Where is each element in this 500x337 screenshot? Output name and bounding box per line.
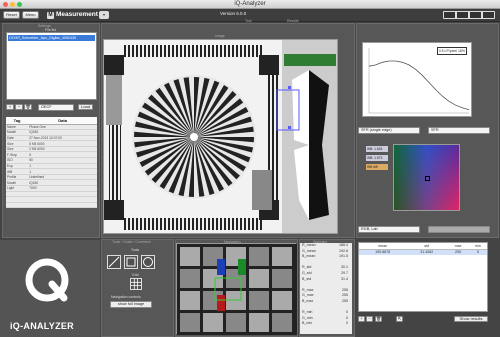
trash-icon[interactable]: 🗑 [24, 104, 32, 110]
stats-list-value: 0 [346, 321, 348, 326]
stats-add-button[interactable]: + [358, 316, 365, 322]
remove-file-button[interactable]: − [15, 104, 23, 110]
grid-tool-icon[interactable] [130, 278, 142, 290]
stats-cell: 190.8878 [375, 250, 391, 255]
file-list-item[interactable]: OCHR_Schneider_Apo_Digitar_4052430 [8, 35, 95, 41]
data-cell [28, 202, 97, 209]
sfr-type-select[interactable]: SFR [428, 127, 490, 134]
mode-select[interactable]: ▾ [99, 11, 109, 19]
thumbnail-graphic [177, 244, 297, 335]
show-results-button[interactable]: Show results [454, 316, 488, 322]
stats-list-key: B_mean [302, 254, 316, 259]
mode-label: Measurement [56, 11, 98, 18]
menu-button[interactable]: Menu [22, 11, 39, 19]
chart-legend: 0.5 LP/pixel 18% [436, 47, 467, 55]
tools-content: Tools Grid Navigation controls show full… [103, 241, 171, 337]
measurement-mode-icon: M [47, 12, 54, 19]
stats-cell: 31.4082 [420, 250, 434, 255]
grid-label: Grid [132, 273, 139, 277]
stats-list-value: 191.5 [339, 254, 348, 259]
stats-list-value: 31.4 [341, 276, 348, 281]
circle-tool-icon[interactable] [141, 255, 155, 269]
window-title: iQ-Analyzer [234, 1, 266, 7]
resolution-target-graphic [104, 40, 337, 233]
tag-cell [6, 202, 29, 209]
statistics-list: R_mean 188.4 G_mean 192.8 B_mean 191.5 R_std 30… [300, 243, 352, 334]
tools-label: Tools [131, 248, 140, 252]
view-layout-3-icon[interactable] [470, 12, 481, 18]
sfr-mode-select[interactable]: SFR (single edge) [358, 127, 420, 134]
thumbnail-cell [272, 313, 292, 332]
thumbnail-cell [272, 291, 292, 310]
view-layout-1-icon[interactable] [444, 12, 455, 18]
stats-list-item: B_min 0 [300, 321, 352, 327]
title-bar: iQ-Analyzer [0, 0, 500, 9]
line-tool-icon[interactable] [107, 255, 121, 269]
thumbnail-cell [226, 313, 246, 332]
add-file-button[interactable]: + [6, 104, 14, 110]
thumbnail-cell [249, 269, 269, 288]
thumbnail-cell [249, 291, 269, 310]
file-list[interactable]: OCHR_Schneider_Apo_Digitar_4052430 [6, 32, 97, 100]
data-column-header: Data [28, 117, 97, 125]
table-row[interactable] [6, 202, 97, 209]
color-space-select[interactable]: RGB, Lab [358, 226, 420, 233]
thumbnail-cell [249, 313, 269, 332]
stats-cell: 255 [454, 250, 461, 255]
thumbnail-cell [249, 247, 269, 266]
thumbnail-cell [180, 269, 200, 288]
navigation-controls-label: Navigation controls [111, 295, 141, 299]
sfr-chart: 0.5 LP/pixel 18% [362, 42, 472, 117]
thumbnail-cell [180, 291, 200, 310]
show-full-image-button[interactable]: show full image [110, 301, 152, 308]
sfr-curve [368, 60, 470, 111]
wb-label-1: WB: 1.618 [366, 146, 388, 152]
thumbnail-cell [203, 313, 223, 332]
stats-list-key: B_max [302, 298, 314, 303]
stats-trash-icon[interactable]: 🗑 [375, 316, 382, 322]
tool-header: Tool [245, 19, 252, 23]
stats-cell: 0 [476, 250, 479, 255]
view-toggle-group [443, 11, 495, 19]
white-point-marker [425, 176, 430, 181]
view-layout-2-icon[interactable] [457, 12, 468, 18]
profile-select[interactable]: OECF [38, 104, 74, 111]
navigation-thumbnail[interactable] [176, 243, 297, 335]
wb-label-2: WB: 1.573 [366, 155, 388, 161]
load-button[interactable]: Load [78, 104, 93, 110]
thumbnail-cell [272, 247, 292, 266]
stats-list-value: 255 [342, 298, 348, 303]
brand-logo: iQ-ANALYZER [0, 240, 100, 337]
thumbnail-cell [180, 247, 200, 266]
color-plane-map[interactable] [393, 144, 460, 211]
version-label: Version 6.0.0 [220, 11, 247, 16]
reset-button[interactable]: Reset [3, 11, 20, 19]
rectangle-tool-icon[interactable] [124, 255, 138, 269]
stats-remove-button[interactable]: − [366, 316, 373, 322]
wb-label-3: WB diff [366, 164, 388, 170]
statistics-table: mean std max min 190.8878 31.4082 255 0 [358, 242, 488, 312]
stats-list-key: B_std [302, 276, 312, 281]
stats-row[interactable]: 190.8878 31.4082 255 0 [359, 249, 487, 255]
tag-column-header: Tag [6, 117, 29, 125]
test-chart-image[interactable] [103, 39, 338, 234]
stats-list-key: B_min [302, 321, 313, 326]
export-icon[interactable]: ⇱ [396, 316, 403, 322]
thumbnail-cell [180, 313, 200, 332]
results-header: Results [287, 19, 299, 23]
brand-name: iQ-ANALYZER [10, 321, 74, 331]
metadata-table: Tag Data Name Phase One Model IQ180 Date 27-N… [6, 117, 97, 209]
thumbnail-cell [272, 269, 292, 288]
channel-select[interactable] [428, 226, 490, 233]
image-header: Image [215, 34, 225, 38]
view-layout-4-icon[interactable] [483, 12, 494, 18]
